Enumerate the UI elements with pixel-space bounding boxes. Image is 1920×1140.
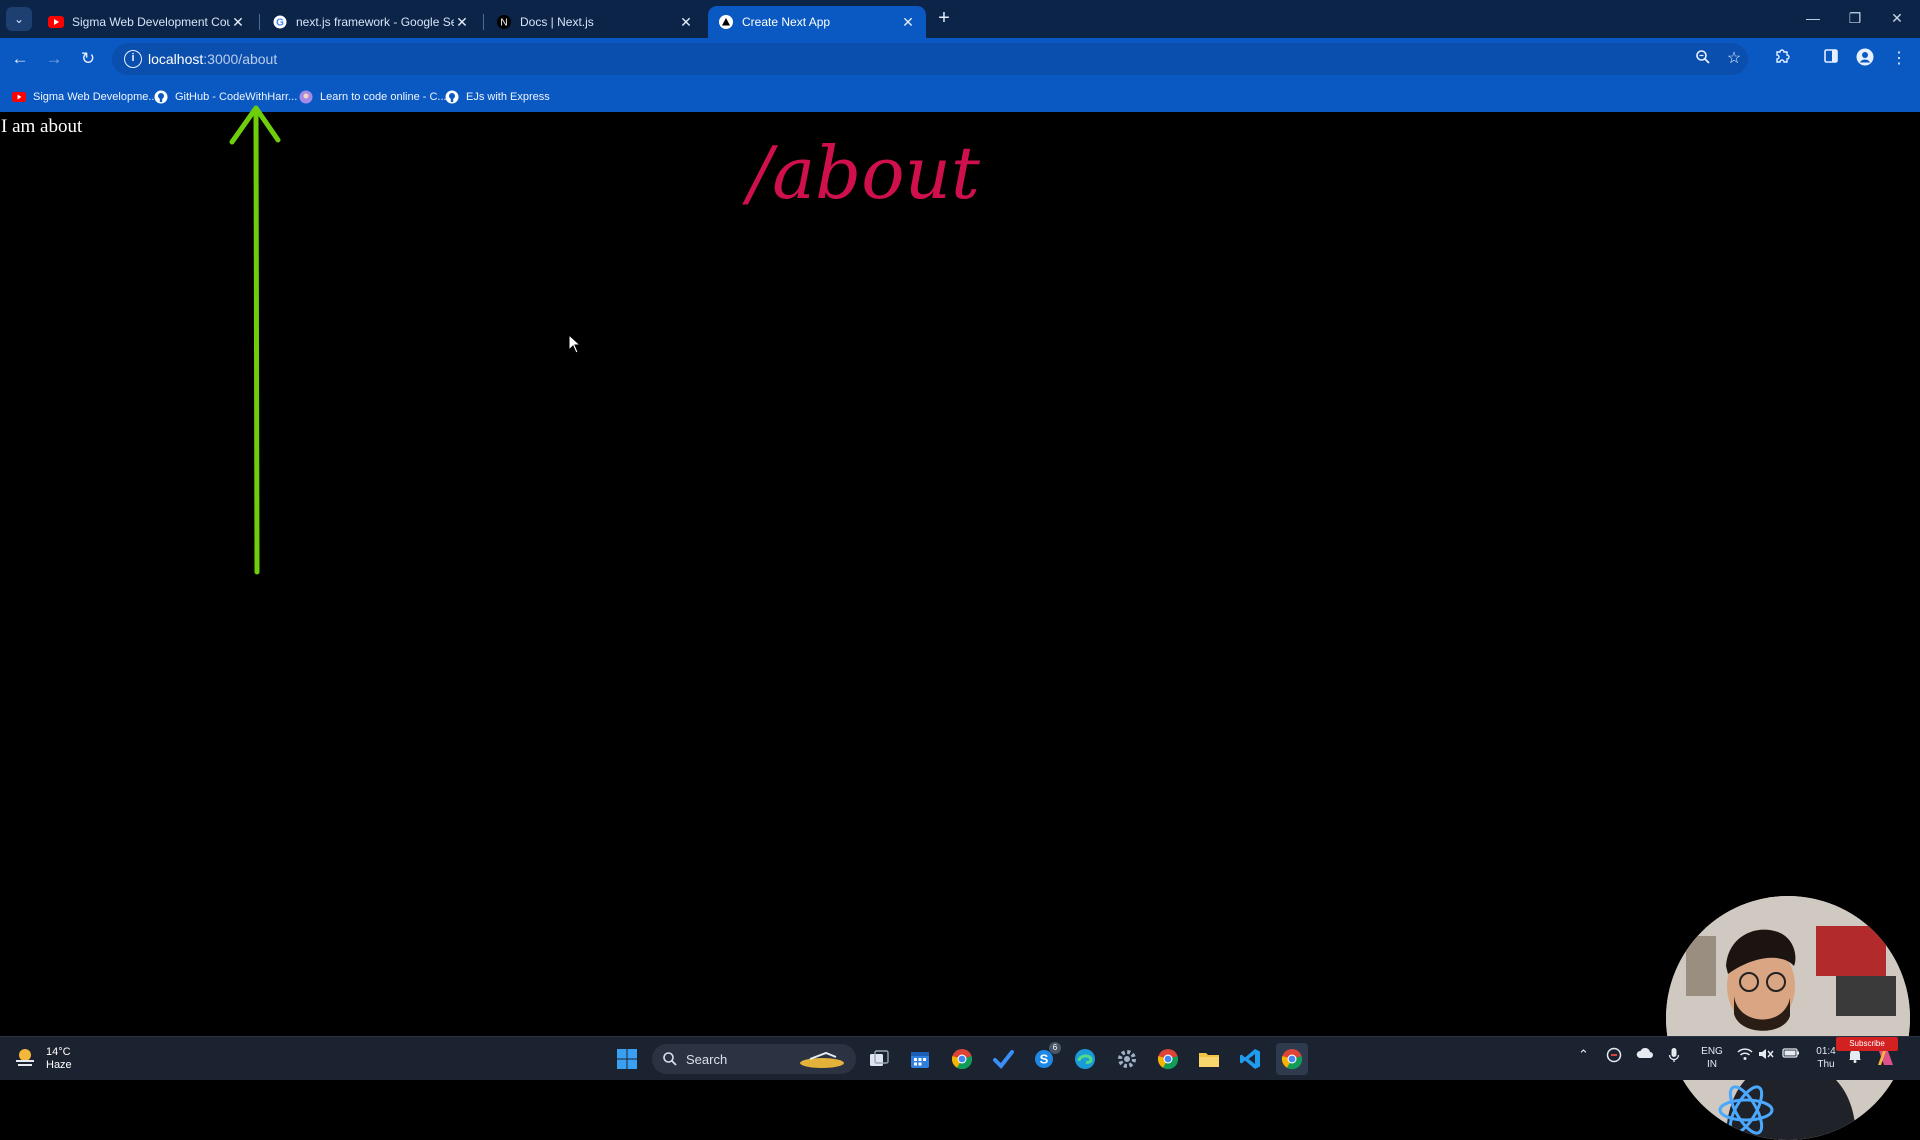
title-bar: ⌄ Sigma Web Development Course - W ✕ G n… xyxy=(0,0,1920,38)
codedamn-icon xyxy=(299,90,313,104)
copilot-icon[interactable] xyxy=(1876,1049,1896,1070)
bookmark-label: EJs with Express xyxy=(466,91,550,103)
bookmark-label: Sigma Web Developme... xyxy=(33,91,158,103)
language-region: IN xyxy=(1707,1059,1717,1070)
nextjs-icon: N xyxy=(496,14,512,30)
clock-day: Thu xyxy=(1817,1059,1835,1070)
language-indicator[interactable]: ENG IN xyxy=(1700,1045,1724,1071)
side-panel-icon[interactable] xyxy=(1820,48,1842,70)
tab-close-icon[interactable]: ✕ xyxy=(454,14,470,31)
tab-separator xyxy=(483,14,484,30)
tab-close-icon[interactable]: ✕ xyxy=(230,14,246,31)
microphone-icon[interactable] xyxy=(1668,1047,1680,1066)
page-viewport: I am about /about xyxy=(0,105,1920,1140)
svg-text:N: N xyxy=(500,18,507,29)
tab-create-next-app[interactable]: Create Next App ✕ xyxy=(708,6,926,38)
tray-app-icon[interactable] xyxy=(1606,1047,1622,1066)
browser-toolbar: ← → ↻ i localhost:3000/about ☆ ⋮ xyxy=(0,38,1920,80)
search-icon xyxy=(663,1052,677,1066)
address-bar[interactable]: i localhost:3000/about ☆ xyxy=(112,43,1748,75)
windows-taskbar: 14°C Haze Search S 6 ⌃ ENG IN 01:4 Thu S… xyxy=(0,1036,1920,1080)
profile-avatar-icon[interactable] xyxy=(1854,48,1876,70)
language-code: ENG xyxy=(1701,1046,1723,1057)
calendar-app-icon[interactable] xyxy=(904,1043,936,1075)
tab-title: next.js framework - Google Search xyxy=(296,15,454,29)
chrome-active-icon[interactable] xyxy=(1276,1043,1308,1075)
zoom-magnifier-icon[interactable] xyxy=(1692,49,1714,69)
windows-start-icon[interactable] xyxy=(611,1043,643,1075)
vercel-triangle-icon xyxy=(718,14,734,30)
volume-muted-icon[interactable] xyxy=(1758,1047,1774,1064)
tab-title: Create Next App xyxy=(742,15,831,29)
weather-temp: 14°C xyxy=(46,1046,71,1058)
mouse-cursor-icon xyxy=(568,334,582,354)
github-icon xyxy=(445,90,459,104)
tab-title: Sigma Web Development Course - W xyxy=(72,15,230,29)
wifi-icon[interactable] xyxy=(1737,1047,1753,1064)
task-view-icon[interactable] xyxy=(863,1043,895,1075)
taskbar-search-box[interactable]: Search xyxy=(652,1044,856,1074)
annotation-arrow xyxy=(229,105,281,575)
settings-gear-icon[interactable] xyxy=(1111,1043,1143,1075)
annotation-handwritten-text: /about xyxy=(742,131,981,215)
webcam-overlay xyxy=(1666,896,1910,1140)
tab-google-search[interactable]: G next.js framework - Google Search ✕ xyxy=(262,6,480,38)
extensions-puzzle-icon[interactable] xyxy=(1771,48,1793,70)
bookmark-star-icon[interactable]: ☆ xyxy=(1723,49,1745,69)
menu-kebab-icon[interactable]: ⋮ xyxy=(1888,48,1910,70)
skype-icon[interactable]: S 6 xyxy=(1028,1042,1061,1075)
annotation-text-label: /about xyxy=(742,131,981,215)
bookmark-sigma[interactable]: Sigma Web Developme... xyxy=(12,88,158,106)
window-close-icon[interactable]: ✕ xyxy=(1877,6,1917,30)
tray-overflow-chevron-icon[interactable]: ⌃ xyxy=(1578,1047,1589,1063)
bookmark-ejs-express[interactable]: EJs with Express xyxy=(445,88,550,106)
site-info-icon[interactable]: i xyxy=(124,50,142,68)
tab-close-icon[interactable]: ✕ xyxy=(678,14,694,31)
skype-badge: 6 xyxy=(1049,1042,1061,1054)
search-highlight-icon xyxy=(800,1051,844,1068)
tab-sigma-course[interactable]: Sigma Web Development Course - W ✕ xyxy=(38,6,256,38)
bookmark-label: Learn to code online - C... xyxy=(320,91,447,103)
tab-nextjs-docs[interactable]: N Docs | Next.js ✕ xyxy=(486,6,704,38)
chrome-icon[interactable] xyxy=(1152,1043,1184,1075)
weather-widget[interactable]: 14°C Haze xyxy=(14,1043,72,1075)
chrome-icon[interactable] xyxy=(946,1043,978,1075)
weather-desc: Haze xyxy=(46,1059,72,1071)
search-label: Search xyxy=(686,1051,728,1067)
url-host: localhost xyxy=(148,51,204,67)
new-tab-plus-icon[interactable]: + xyxy=(932,8,956,30)
battery-icon[interactable] xyxy=(1782,1047,1800,1062)
restore-icon[interactable]: ❐ xyxy=(1835,6,1875,30)
tab-separator xyxy=(259,14,260,30)
svg-text:S: S xyxy=(1040,1052,1049,1067)
vscode-icon[interactable] xyxy=(1234,1043,1266,1075)
reload-icon[interactable]: ↻ xyxy=(75,46,101,72)
forward-arrow-icon[interactable]: → xyxy=(41,46,67,72)
url-path: :3000/about xyxy=(203,51,278,67)
back-arrow-icon[interactable]: ← xyxy=(7,46,33,72)
tab-search-chevron-icon[interactable]: ⌄ xyxy=(6,7,32,31)
svg-text:G: G xyxy=(276,18,284,29)
minimize-icon[interactable]: — xyxy=(1793,6,1833,30)
weather-haze-icon xyxy=(14,1046,36,1073)
onedrive-cloud-icon[interactable] xyxy=(1636,1047,1654,1062)
youtube-icon xyxy=(12,90,26,104)
github-icon xyxy=(154,90,168,104)
address-bar-url[interactable]: localhost:3000/about xyxy=(148,51,277,67)
tab-title: Docs | Next.js xyxy=(520,15,594,29)
bookmark-learn-to-code[interactable]: Learn to code online - C... xyxy=(299,88,447,106)
youtube-icon xyxy=(48,14,64,30)
page-body-text: I am about xyxy=(1,116,83,137)
file-explorer-icon[interactable] xyxy=(1193,1043,1225,1075)
google-icon: G xyxy=(272,14,288,30)
presenter-image xyxy=(1666,896,1910,1140)
tab-close-icon[interactable]: ✕ xyxy=(900,14,916,31)
todo-check-icon[interactable] xyxy=(987,1043,1019,1075)
edge-icon[interactable] xyxy=(1069,1043,1101,1075)
